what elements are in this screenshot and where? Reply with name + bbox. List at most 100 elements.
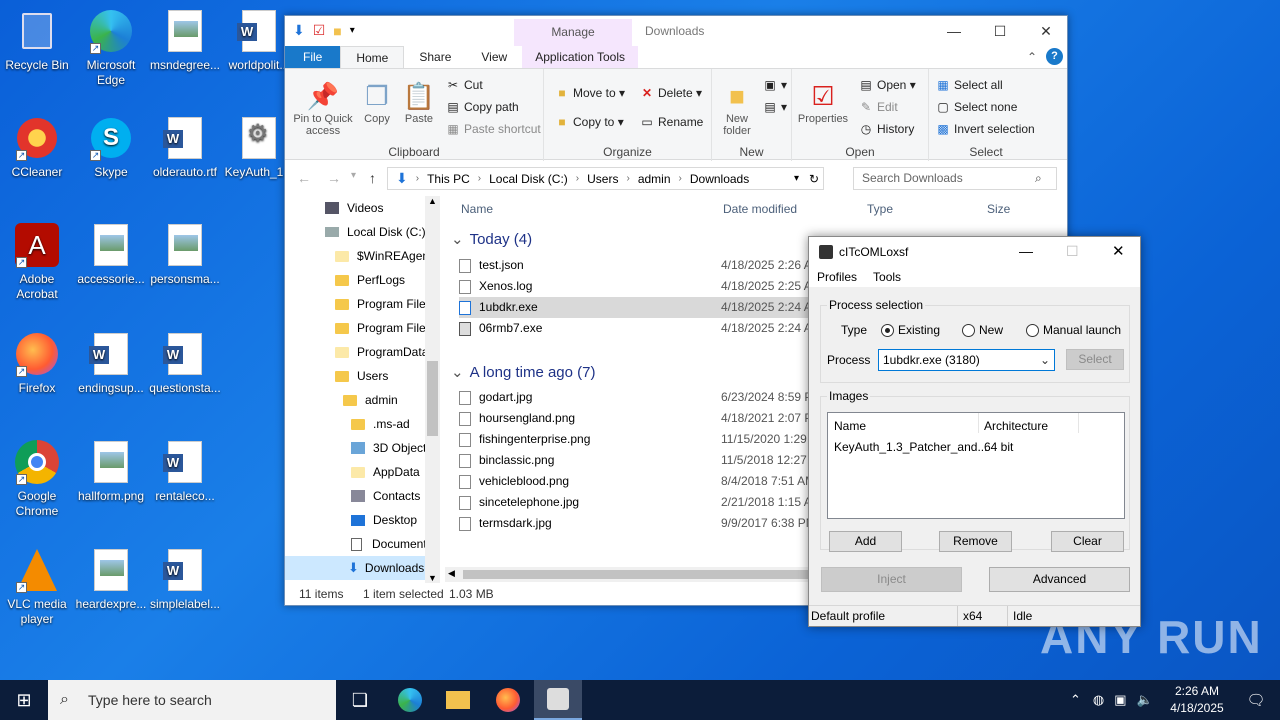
paste-button[interactable]: 📋 Paste [401, 79, 437, 125]
clock[interactable]: 2:26 AM 4/18/2025 [1162, 683, 1232, 717]
add-button[interactable]: Add [829, 531, 902, 552]
back-arrow-icon[interactable]: ← [297, 170, 311, 186]
desktop-icon-heardexpre[interactable]: heardexpre... [74, 547, 148, 612]
chevron-up-icon[interactable]: ⌃ [1070, 692, 1081, 708]
file-row[interactable]: sincetelephone.jpg2/21/2018 1:15 AM [459, 492, 809, 513]
file-row[interactable]: hoursengland.png4/18/2021 2:07 PM [459, 408, 809, 429]
taskbar-search-input[interactable]: ⌕ Type here to search [48, 680, 336, 720]
delete-button[interactable]: ✕ Delete ▾ [639, 83, 702, 103]
rename-button[interactable]: ▭ Rename [639, 112, 703, 132]
manage-contextual-tab[interactable]: Manage [514, 19, 632, 46]
radio-new[interactable]: New [962, 323, 1003, 337]
column-date-modified[interactable]: Date modified [723, 202, 797, 216]
down-arrow-icon[interactable]: ⬇ [293, 22, 305, 39]
tab-view[interactable]: View [466, 46, 522, 68]
nav-users[interactable]: Users [335, 364, 388, 388]
network-icon[interactable]: ▣ [1114, 692, 1126, 708]
nav-documents[interactable]: Documents [351, 532, 433, 556]
desktop-icon-edge[interactable]: ↗ Microsoft Edge [74, 8, 148, 88]
breadcrumb-local-disk[interactable]: Local Disk (C:) [489, 172, 568, 186]
menu-tools[interactable]: Tools [865, 267, 909, 287]
advanced-button[interactable]: Advanced [989, 567, 1130, 592]
inject-button[interactable]: Inject [821, 567, 962, 592]
desktop-icon-skype[interactable]: S ↗ Skype [74, 115, 148, 180]
refresh-icon[interactable]: ↻ [809, 172, 819, 186]
tab-home[interactable]: Home [340, 46, 405, 68]
address-bar[interactable]: ⬇ › This PC › Local Disk (C:) › Users › … [387, 167, 824, 190]
file-row[interactable]: Xenos.log4/18/2025 2:25 AM [459, 276, 809, 297]
notifications-button[interactable]: 🗨 [1232, 680, 1280, 720]
pin-quick-access-button[interactable]: 📌 Pin to Quick access [291, 79, 355, 137]
taskbar-firefox[interactable] [484, 680, 532, 720]
nav-program-files[interactable]: Program Files [335, 292, 432, 316]
nav-winreagent[interactable]: $WinREAgent [335, 244, 432, 268]
start-button[interactable]: ⊞ [0, 680, 48, 720]
forward-arrow-icon[interactable]: → [327, 170, 341, 186]
cut-button[interactable]: ✂ Cut [445, 75, 483, 95]
scroll-thumb[interactable] [463, 570, 809, 579]
nav-programdata[interactable]: ProgramData [335, 340, 428, 364]
file-row[interactable]: vehicleblood.png 8/4/2018 7:51 AM [459, 471, 809, 492]
nav-ms-ad[interactable]: .ms-ad [351, 412, 410, 436]
remove-button[interactable]: Remove [939, 531, 1012, 552]
easy-access-button[interactable]: ▤ ▾ [762, 97, 787, 117]
file-row[interactable]: 06rmb7.exe4/18/2025 2:24 AM [459, 318, 809, 339]
maximize-icon[interactable]: ☐ [977, 16, 1023, 46]
volume-icon[interactable]: 🔈 [1137, 692, 1153, 708]
image-row[interactable]: KeyAuth_1.3_Patcher_and... 64 bit [828, 435, 1124, 455]
paste-shortcut-button[interactable]: ▦ Paste shortcut [445, 119, 540, 139]
close-icon[interactable]: ✕ [1112, 242, 1125, 260]
desktop-icon-endingsup[interactable]: endingsup... [74, 331, 148, 396]
minimize-icon[interactable]: — [1019, 243, 1033, 259]
tab-file[interactable]: File [285, 46, 341, 68]
dropdown-icon[interactable]: ▾ [350, 25, 355, 36]
properties-button[interactable]: ☑ Properties [794, 79, 852, 125]
close-icon[interactable]: ✕ [1023, 16, 1069, 46]
address-dropdown-icon[interactable]: ▾ [794, 173, 799, 184]
taskbar-edge[interactable] [386, 680, 434, 720]
desktop-icon-simplelabel[interactable]: simplelabel... [148, 547, 222, 612]
nav-scrollbar[interactable]: ▲ ▼ [425, 196, 440, 583]
move-to-button[interactable]: ■ Move to ▾ [554, 83, 625, 103]
scroll-up-icon[interactable]: ▲ [428, 196, 437, 206]
desktop-icon-personsma[interactable]: personsma... [148, 222, 222, 287]
nav-contacts[interactable]: Contacts [351, 484, 420, 508]
select-none-button[interactable]: ▢ Select none [935, 97, 1017, 117]
copy-button[interactable]: ❐ Copy [359, 79, 395, 125]
group-long-time-ago[interactable]: A long time ago (7) [451, 363, 596, 381]
nav-program-files-x86[interactable]: Program Files [335, 316, 432, 340]
file-row[interactable]: test.json4/18/2025 2:26 AM [459, 255, 809, 276]
copy-path-button[interactable]: ▤ Copy path [445, 97, 518, 117]
maximize-icon[interactable]: ☐ [1066, 243, 1079, 260]
select-all-button[interactable]: ▦ Select all [935, 75, 1002, 95]
desktop-icon-questionsta[interactable]: questionsta... [148, 331, 222, 396]
horizontal-scrollbar[interactable]: ◀ [445, 567, 809, 582]
new-item-button[interactable]: ▣ ▾ [762, 75, 787, 95]
help-icon[interactable]: ? [1046, 48, 1063, 65]
tab-share[interactable]: Share [404, 46, 466, 68]
invert-selection-button[interactable]: ▩ Invert selection [935, 119, 1034, 139]
nav-admin[interactable]: admin [343, 388, 398, 412]
folder-icon[interactable]: ■ [333, 23, 341, 39]
breadcrumb-users[interactable]: Users [587, 172, 618, 186]
search-input[interactable]: Search Downloads [853, 167, 1057, 190]
nav-local-disk[interactable]: Local Disk (C:) [325, 220, 426, 244]
process-select[interactable]: 1ubdkr.exe (3180) ⌄ [878, 349, 1055, 371]
edit-button[interactable]: ✎ Edit [858, 97, 898, 117]
radio-existing[interactable]: Existing [881, 323, 940, 337]
images-list[interactable]: Name Architecture KeyAuth_1.3_Patcher_an… [827, 412, 1125, 519]
recent-locations-icon[interactable]: ▾ [351, 170, 356, 181]
radio-manual-launch[interactable]: Manual launch [1026, 323, 1121, 337]
breadcrumb-admin[interactable]: admin [638, 172, 671, 186]
breadcrumb-downloads[interactable]: Downloads [690, 172, 749, 186]
file-row-selected[interactable]: 1ubdkr.exe4/18/2025 2:24 AM [459, 297, 809, 318]
breadcrumb-this-pc[interactable]: This PC [427, 172, 470, 186]
select-button[interactable]: Select [1066, 349, 1124, 370]
nav-videos[interactable]: Videos [325, 196, 383, 220]
nav-downloads[interactable]: ⬇ Downloads [285, 556, 425, 580]
column-type[interactable]: Type [867, 202, 893, 216]
copy-to-button[interactable]: ■ Copy to ▾ [554, 112, 623, 132]
scroll-left-icon[interactable]: ◀ [448, 568, 455, 579]
desktop-icon-firefox[interactable]: ↗ Firefox [0, 331, 74, 396]
file-row[interactable]: termsdark.jpg 9/9/2017 6:38 PM [459, 513, 809, 534]
